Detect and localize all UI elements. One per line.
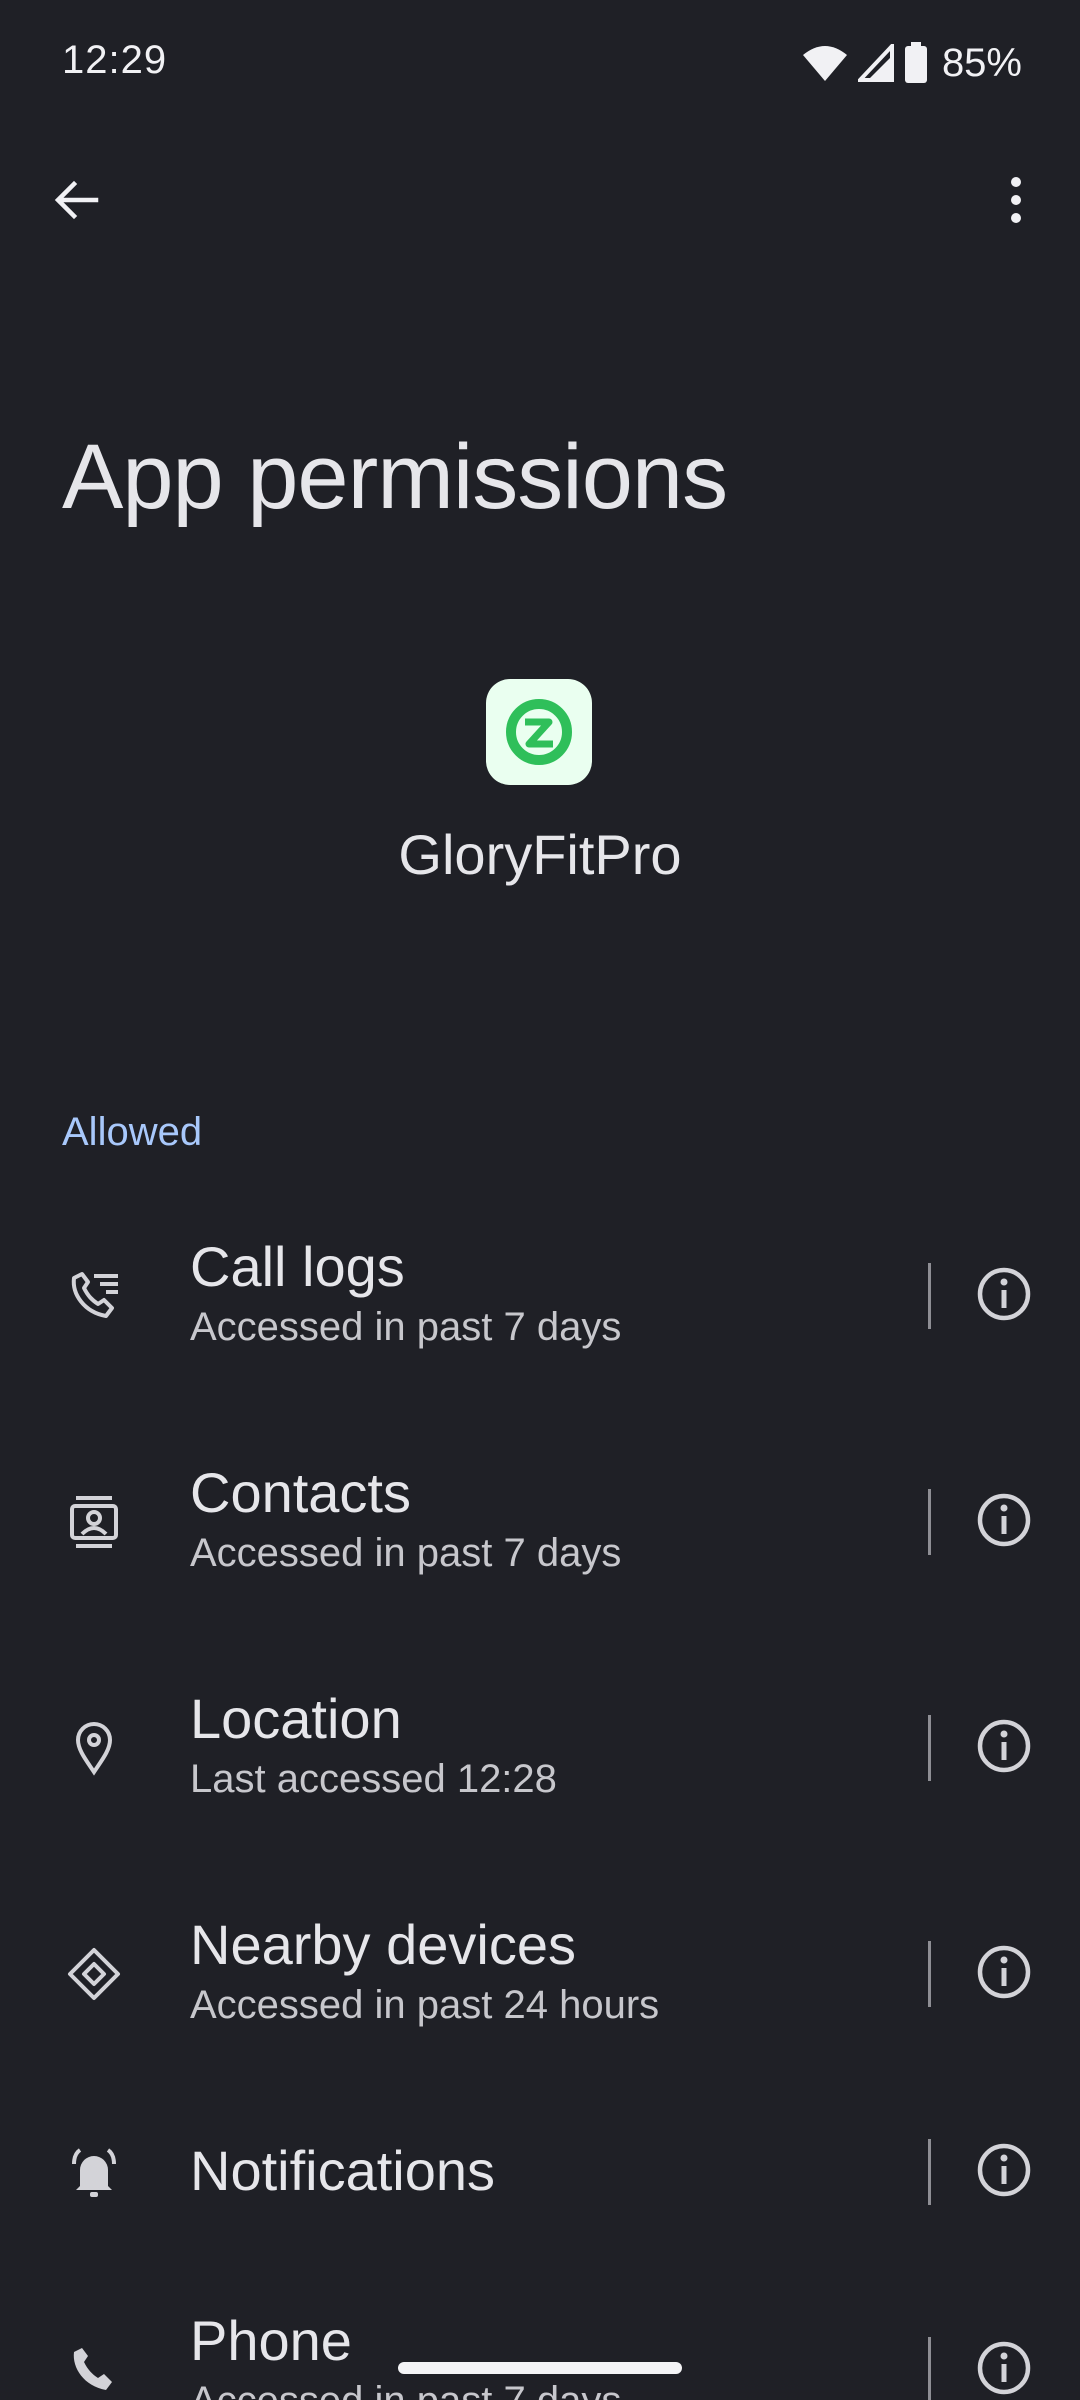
wifi-icon (802, 43, 848, 83)
cell-signal-icon (857, 44, 894, 82)
info-icon (976, 2142, 1032, 2203)
divider (928, 1263, 931, 1329)
info-icon (976, 1718, 1032, 1779)
permission-title: Nearby devices (190, 1913, 576, 1976)
permission-subtitle: Accessed in past 7 days (190, 1531, 622, 1575)
app-permissions-screen: 12:29 85% App permissions GloryFitPro Al… (0, 0, 1080, 2400)
battery-icon (904, 42, 928, 84)
location-pin-icon (58, 1712, 130, 1784)
info-button-location[interactable] (968, 1712, 1040, 1784)
notification-bell-icon (58, 2136, 130, 2208)
permission-subtitle: Last accessed 12:28 (190, 1757, 557, 1801)
info-button-call-logs[interactable] (968, 1260, 1040, 1332)
permission-row-location[interactable]: Location Last accessed 12:28 (0, 1650, 1080, 1850)
info-button-nearby-devices[interactable] (968, 1938, 1040, 2010)
divider (928, 2337, 931, 2400)
app-name: GloryFitPro (398, 823, 682, 886)
status-bar: 12:29 85% (0, 0, 1080, 120)
permission-title: Contacts (190, 1461, 411, 1524)
permission-title: Location (190, 1687, 402, 1750)
permission-row-phone[interactable]: Phone Accessed in past 7 days (0, 2272, 1080, 2400)
page-title: App permissions (62, 426, 728, 528)
back-button[interactable] (40, 166, 112, 238)
permission-texts: Contacts Accessed in past 7 days (190, 1460, 621, 1580)
info-icon (976, 1266, 1032, 1327)
nearby-devices-icon (58, 1938, 130, 2010)
permission-texts: Phone Accessed in past 7 days (190, 2308, 621, 2400)
allowed-section-header: Allowed (62, 1110, 203, 1154)
permission-subtitle: Accessed in past 7 days (190, 1305, 622, 1349)
more-vert-icon (1008, 176, 1024, 229)
permission-row-call-logs[interactable]: Call logs Accessed in past 7 days (0, 1198, 1080, 1398)
info-icon (976, 1944, 1032, 2005)
permission-texts: Location Last accessed 12:28 (190, 1686, 557, 1806)
permission-subtitle: Accessed in past 24 hours (190, 1983, 660, 2027)
info-icon (976, 1492, 1032, 1553)
permission-texts: Call logs Accessed in past 7 days (190, 1234, 621, 1354)
status-time: 12:29 (62, 38, 168, 82)
gesture-navigation-bar[interactable] (398, 2362, 682, 2374)
permission-title: Call logs (190, 1235, 405, 1298)
permission-title: Notifications (190, 2139, 496, 2202)
app-logo-icon (506, 699, 572, 765)
more-options-button[interactable] (980, 166, 1052, 238)
info-button-contacts[interactable] (968, 1486, 1040, 1558)
call-log-icon (58, 1260, 130, 1332)
battery-percent: 85% (941, 40, 1022, 85)
divider (928, 2139, 931, 2205)
info-button-phone[interactable] (968, 2334, 1040, 2400)
divider (928, 1489, 931, 1555)
status-icons: 85% (802, 38, 1022, 88)
permission-texts: Nearby devices Accessed in past 24 hours (190, 1912, 659, 2032)
contacts-icon (58, 1486, 130, 1558)
permission-row-notifications[interactable]: Notifications (0, 2072, 1080, 2272)
permission-subtitle: Accessed in past 7 days (190, 2374, 621, 2400)
info-button-notifications[interactable] (968, 2136, 1040, 2208)
phone-icon (58, 2334, 130, 2400)
app-icon (486, 679, 592, 785)
arrow-back-icon (52, 176, 100, 229)
info-icon (976, 2340, 1032, 2400)
permission-row-nearby-devices[interactable]: Nearby devices Accessed in past 24 hours (0, 1876, 1080, 2076)
divider (928, 1715, 931, 1781)
divider (928, 1941, 931, 2007)
permission-row-contacts[interactable]: Contacts Accessed in past 7 days (0, 1424, 1080, 1624)
permission-texts: Notifications (190, 2138, 495, 2204)
